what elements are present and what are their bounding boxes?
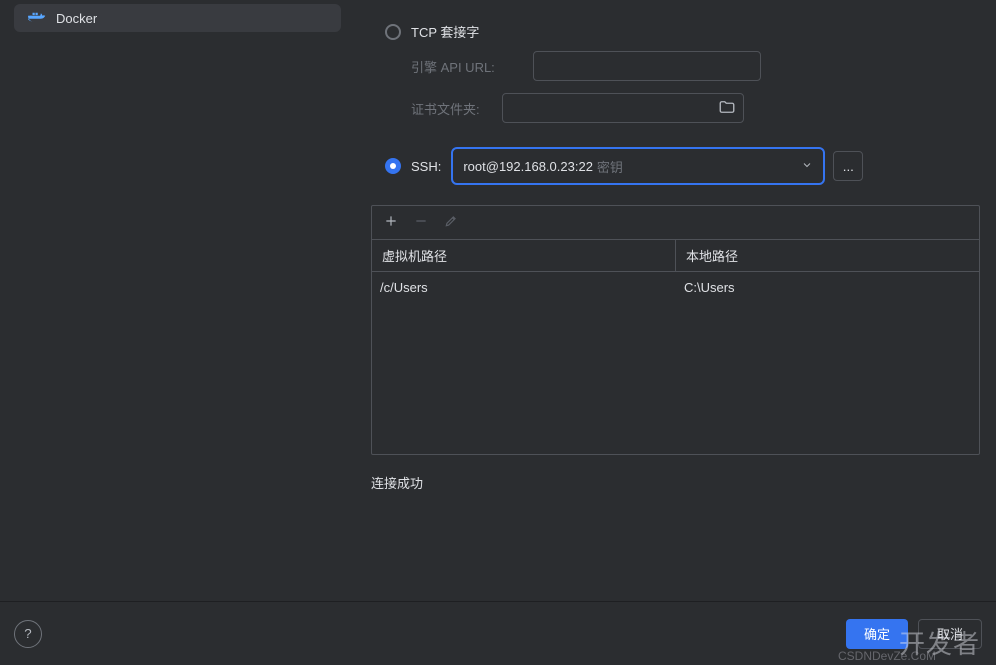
ssh-more-button[interactable]: ... [833,151,863,181]
remove-icon[interactable] [414,214,428,231]
chevron-down-icon [801,159,813,174]
settings-panel: TCP 套接字 引擎 API URL: 证书文件夹: [355,0,996,601]
sidebar-item-docker[interactable]: Docker [14,4,341,32]
engine-api-label: 引擎 API URL: [411,57,495,76]
help-button[interactable]: ? [14,620,42,648]
cert-folder-label: 证书文件夹: [411,99,480,118]
cancel-button[interactable]: 取消 [918,619,982,649]
connection-status: 连接成功 [371,473,980,492]
radio-tcp[interactable] [385,24,401,40]
tcp-label: TCP 套接字 [411,22,479,41]
cert-folder-input[interactable] [502,93,744,123]
docker-icon [28,11,46,25]
watermark-sub: CSDNDevZe.CoM [838,649,936,663]
table-toolbar [372,206,979,240]
edit-icon[interactable] [444,214,458,231]
sidebar: Docker [0,0,355,601]
col-vm-path: 虚拟机路径 [372,240,676,271]
table-row[interactable]: /c/Users C:\Users [372,272,979,302]
dialog-footer: ? 确定 取消 开发者 CSDNDevZe.CoM [0,601,996,665]
ok-button[interactable]: 确定 [846,619,908,649]
table-body: /c/Users C:\Users [372,272,979,454]
ssh-combo[interactable]: root@192.168.0.23:22 密钥 [451,147,825,185]
ssh-auth: 密钥 [597,157,623,176]
add-icon[interactable] [384,214,398,231]
col-local-path: 本地路径 [676,246,979,265]
cell-vm: /c/Users [372,280,676,295]
path-mapping-table: 虚拟机路径 本地路径 /c/Users C:\Users [371,205,980,455]
radio-ssh[interactable] [385,158,401,174]
folder-icon[interactable] [718,98,736,119]
ssh-host: root@192.168.0.23:22 [463,159,593,174]
cell-local: C:\Users [676,280,979,295]
ssh-label: SSH: [411,159,441,174]
engine-api-input[interactable] [533,51,761,81]
table-header: 虚拟机路径 本地路径 [372,240,979,272]
sidebar-item-label: Docker [56,11,97,26]
